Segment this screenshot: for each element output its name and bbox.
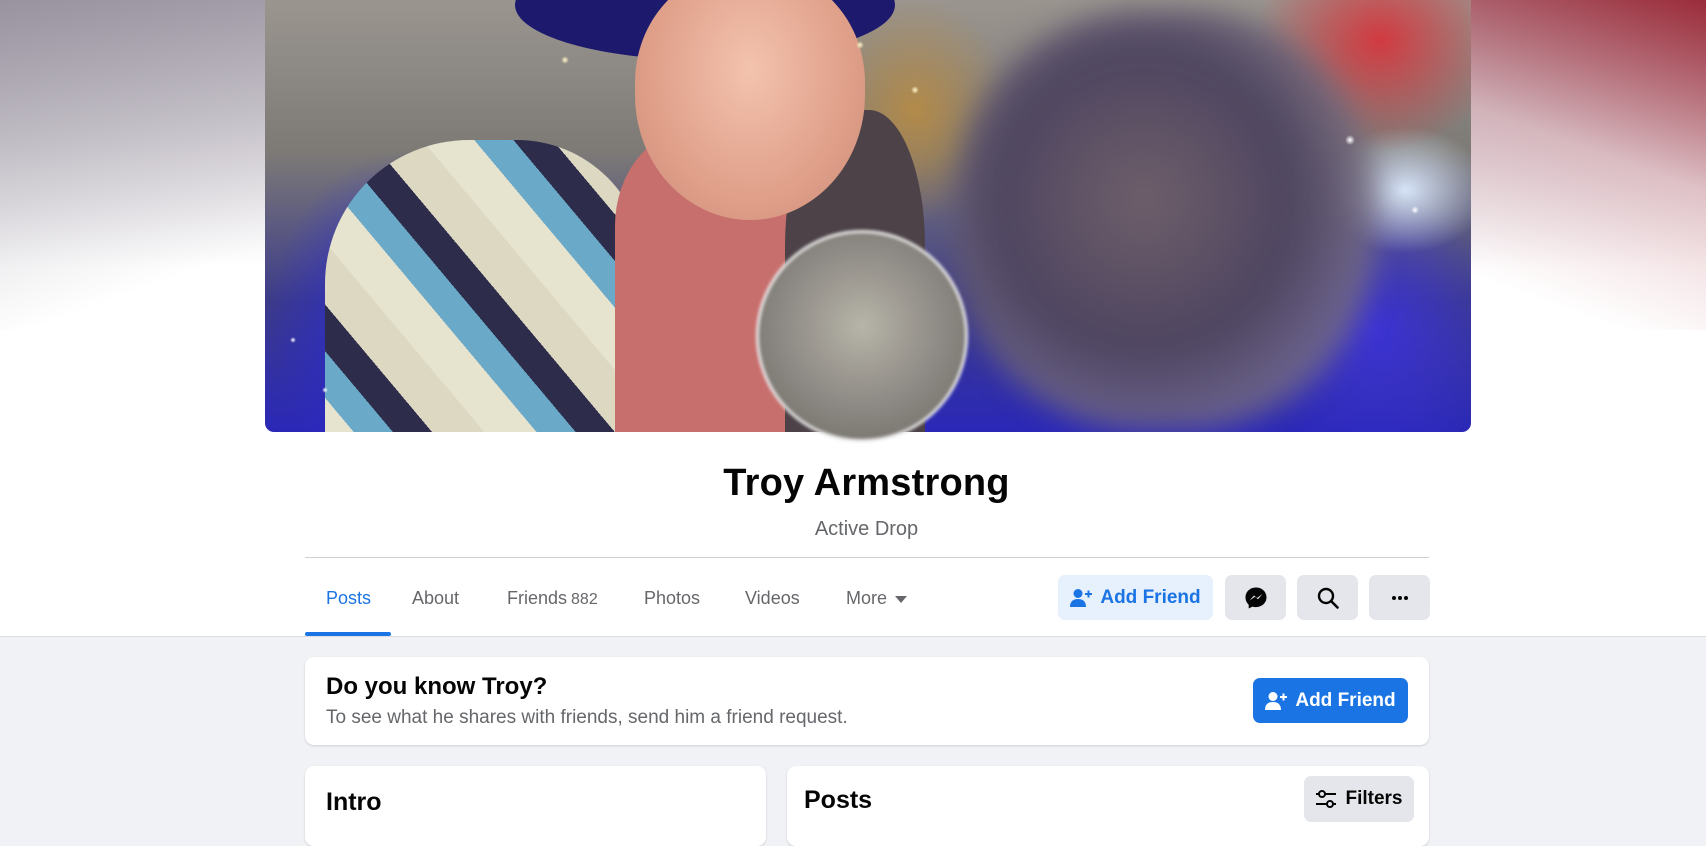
tab-label: Photos [644, 588, 701, 608]
tab-videos[interactable]: Videos [745, 570, 800, 633]
search-button[interactable] [1297, 575, 1358, 620]
search-icon [1317, 587, 1339, 609]
tab-label: Videos [745, 588, 800, 608]
add-person-icon [1265, 691, 1288, 710]
more-options-button[interactable] [1369, 575, 1430, 620]
add-friend-button[interactable]: Add Friend [1058, 575, 1213, 620]
tab-label: Posts [326, 588, 372, 608]
ellipsis-icon [1391, 595, 1408, 600]
filters-label: Filters [1345, 788, 1403, 809]
add-friend-label: Add Friend [1100, 586, 1201, 608]
add-person-icon [1070, 588, 1093, 607]
friends-count: 882 [571, 591, 598, 608]
filters-icon [1316, 790, 1337, 808]
tab-label: More [846, 588, 888, 608]
intro-title: Intro [326, 788, 382, 816]
filters-button[interactable]: Filters [1304, 776, 1414, 822]
friend-request-card: Do you know Troy? To see what he shares … [305, 657, 1429, 745]
header-divider [305, 557, 1429, 558]
profile-avatar[interactable] [756, 230, 968, 442]
tab-more[interactable]: More [846, 570, 908, 633]
tab-label: About [412, 588, 460, 608]
posts-card: Posts Filters [787, 766, 1429, 846]
profile-subtitle: Active Drop [814, 518, 919, 540]
caret-down-icon [895, 595, 908, 603]
friend-request-title: Do you know Troy? [326, 673, 548, 700]
content-divider [0, 636, 1706, 637]
profile-name: Troy Armstrong [723, 462, 1010, 504]
posts-title: Posts [804, 786, 873, 814]
add-friend-primary-button[interactable]: Add Friend [1253, 678, 1408, 723]
tab-friends[interactable]: Friends 882 [507, 570, 598, 633]
intro-card: Intro [305, 766, 766, 846]
friend-request-text: To see what he shares with friends, send… [326, 707, 848, 728]
tab-about[interactable]: About [412, 570, 459, 633]
add-friend-primary-label: Add Friend [1295, 689, 1396, 711]
messenger-icon [1245, 587, 1266, 608]
tab-posts[interactable]: Posts [326, 570, 371, 633]
tab-label: Friends [507, 588, 568, 608]
tab-photos[interactable]: Photos [644, 570, 700, 633]
message-button[interactable] [1225, 575, 1286, 620]
